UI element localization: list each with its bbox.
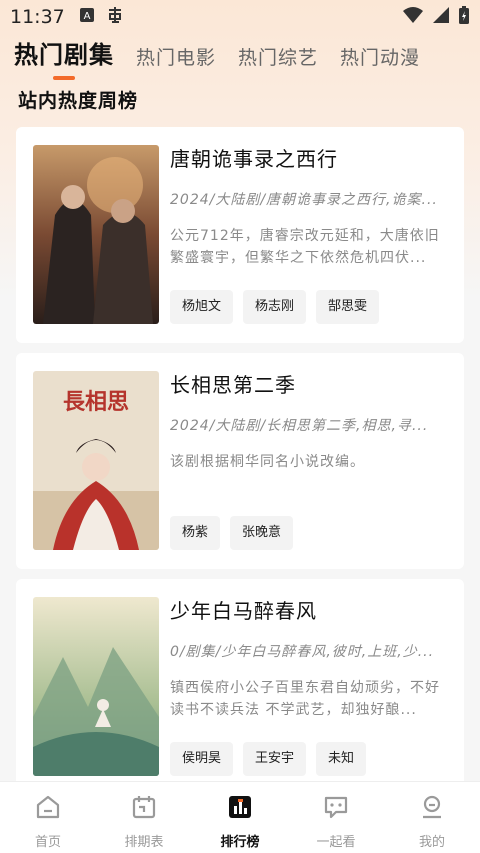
- ranking-icon: [226, 793, 254, 825]
- poster-image[interactable]: [33, 145, 159, 324]
- nav-label: 首页: [34, 835, 61, 850]
- nav-label: 排行榜: [220, 835, 260, 850]
- nav-profile[interactable]: 我的: [384, 782, 480, 853]
- nav-home[interactable]: 首页: [0, 782, 96, 853]
- battery-icon: [458, 5, 470, 29]
- wifi-icon: [402, 6, 424, 28]
- nav-label: 一起看: [316, 835, 356, 850]
- list-item[interactable]: 少年白马醉春风 0/剧集/少年白马醉春风,彼时,上班,少... 镇西侯府小公子百…: [16, 579, 464, 795]
- status-bar: 11:37 A: [0, 0, 480, 34]
- keyboard-indicator-icon: A: [79, 7, 95, 27]
- tab-hot-anime[interactable]: 热门动漫: [340, 43, 420, 80]
- svg-text:長相思: 長相思: [63, 389, 129, 415]
- tab-hot-movies[interactable]: 热门电影: [136, 43, 216, 80]
- item-description: 镇西侯府小公子百里东君自幼顽劣，不好读书不读兵法 不学武艺，却独好酿...: [170, 680, 440, 718]
- cast-tag[interactable]: 杨旭文: [170, 290, 234, 324]
- nav-label: 我的: [418, 835, 445, 850]
- item-title[interactable]: 唐朝诡事录之西行: [170, 145, 448, 173]
- item-meta: 0/剧集/少年白马醉春风,彼时,上班,少...: [170, 644, 435, 660]
- tab-hot-series[interactable]: 热门剧集: [14, 35, 114, 80]
- item-meta: 2024/大陆剧/长相思第二季,相思,寻...: [170, 418, 429, 434]
- item-title[interactable]: 长相思第二季: [170, 371, 448, 399]
- home-icon: [34, 793, 62, 825]
- tab-hot-variety[interactable]: 热门综艺: [238, 43, 318, 80]
- cast-tag[interactable]: 张晚意: [230, 516, 294, 550]
- app-notification-icon: [105, 5, 125, 29]
- cast-tag[interactable]: 侯明昊: [170, 742, 234, 776]
- item-meta: 2024/大陆剧/唐朝诡事录之西行,诡案...: [170, 192, 438, 208]
- item-description: 该剧根据桐华同名小说改编。: [170, 454, 365, 470]
- signal-icon: [432, 6, 450, 28]
- item-title[interactable]: 少年白马醉春风: [170, 597, 448, 625]
- calendar-icon: [130, 793, 158, 825]
- list-item[interactable]: 長相思 长相思第二季 2024/大陆剧/长相思第二季,相思,寻... 该剧根据桐…: [16, 353, 464, 569]
- list-item[interactable]: 唐朝诡事录之西行 2024/大陆剧/唐朝诡事录之西行,诡案... 公元712年，…: [16, 127, 464, 343]
- ranking-list: 唐朝诡事录之西行 2024/大陆剧/唐朝诡事录之西行,诡案... 公元712年，…: [16, 127, 464, 805]
- section-title: 站内热度周榜: [18, 90, 139, 112]
- nav-schedule[interactable]: 排期表: [96, 782, 192, 853]
- cast-tags: 杨旭文 杨志刚 郜思雯: [170, 290, 380, 324]
- item-description: 公元712年，唐睿宗改元延和，大唐依旧繁盛寰宇，但繁华之下依然危机四伏...: [170, 228, 440, 266]
- cast-tag[interactable]: 王安宇: [243, 742, 307, 776]
- cast-tag[interactable]: 未知: [316, 742, 367, 776]
- chat-icon: [322, 793, 350, 825]
- nav-label: 排期表: [124, 835, 164, 850]
- profile-icon: [418, 793, 446, 825]
- category-tabs: 热门剧集 热门电影 热门综艺 热门动漫: [0, 38, 480, 80]
- svg-text:A: A: [83, 11, 90, 22]
- nav-ranking[interactable]: 排行榜: [192, 782, 288, 853]
- cast-tag[interactable]: 郜思雯: [316, 290, 380, 324]
- cast-tag[interactable]: 杨紫: [170, 516, 221, 550]
- cast-tags: 杨紫 张晚意: [170, 516, 294, 550]
- poster-image[interactable]: [33, 597, 159, 776]
- status-time: 11:37: [10, 6, 65, 28]
- cast-tags: 侯明昊 王安宇 未知: [170, 742, 367, 776]
- bottom-nav: 首页 排期表 排行榜 一起看 我的: [0, 781, 480, 853]
- nav-watch-together[interactable]: 一起看: [288, 782, 384, 853]
- cast-tag[interactable]: 杨志刚: [243, 290, 307, 324]
- poster-image[interactable]: 長相思: [33, 371, 159, 550]
